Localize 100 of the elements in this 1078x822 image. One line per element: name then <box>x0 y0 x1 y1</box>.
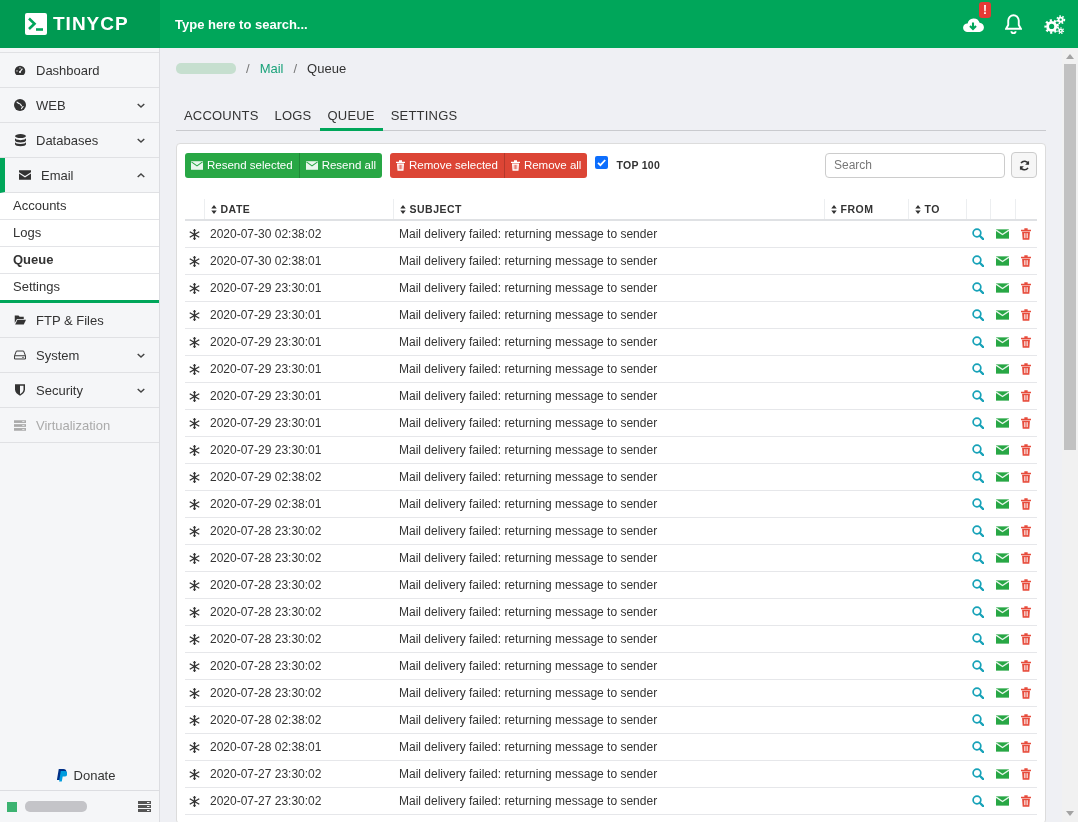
remove-selected-button[interactable]: Remove selected <box>390 152 504 178</box>
scroll-down-arrow-icon[interactable] <box>1066 811 1074 816</box>
envelope-icon[interactable] <box>996 229 1009 239</box>
trash-icon[interactable] <box>1021 282 1031 294</box>
search-icon[interactable] <box>972 390 984 402</box>
envelope-icon[interactable] <box>996 796 1009 806</box>
envelope-icon[interactable] <box>996 472 1009 482</box>
submenu-item[interactable]: Settings <box>0 274 159 300</box>
trash-icon[interactable] <box>1021 660 1031 672</box>
search-icon[interactable] <box>972 606 984 618</box>
donate-link[interactable]: Donate <box>43 767 116 783</box>
trash-icon[interactable] <box>1021 525 1031 537</box>
sidebar-item[interactable]: Security <box>0 373 159 408</box>
checkbox-label[interactable]: TOP 100 <box>616 159 661 171</box>
search-icon[interactable] <box>972 255 984 267</box>
trash-icon[interactable] <box>1021 498 1031 510</box>
envelope-icon[interactable] <box>996 310 1009 320</box>
envelope-icon[interactable] <box>996 526 1009 536</box>
envelope-icon[interactable] <box>996 607 1009 617</box>
sidebar-item[interactable]: Databases <box>0 123 159 158</box>
search-icon[interactable] <box>972 795 984 807</box>
envelope-icon[interactable] <box>996 634 1009 644</box>
search-icon[interactable] <box>972 525 984 537</box>
search-icon[interactable] <box>972 228 984 240</box>
remove-all-button[interactable]: Remove all <box>503 152 588 178</box>
bell-icon[interactable] <box>1005 14 1022 34</box>
trash-icon[interactable] <box>1021 255 1031 267</box>
trash-icon[interactable] <box>1021 336 1031 348</box>
search-icon[interactable] <box>972 498 984 510</box>
trash-icon[interactable] <box>1021 768 1031 780</box>
envelope-icon[interactable] <box>996 418 1009 428</box>
sidebar-item[interactable]: Dashboard <box>0 53 159 88</box>
trash-icon[interactable] <box>1021 552 1031 564</box>
server-list-icon[interactable] <box>138 801 151 812</box>
envelope-icon[interactable] <box>996 499 1009 509</box>
envelope-icon[interactable] <box>996 445 1009 455</box>
envelope-icon[interactable] <box>996 661 1009 671</box>
trash-icon[interactable] <box>1021 390 1031 402</box>
envelope-icon[interactable] <box>996 580 1009 590</box>
search-icon[interactable] <box>972 309 984 321</box>
column-header[interactable]: SUBJECT <box>393 199 824 220</box>
envelope-icon[interactable] <box>996 256 1009 266</box>
tab[interactable]: LOGS <box>266 103 320 131</box>
scrollbar-thumb[interactable] <box>1064 64 1076 450</box>
envelope-icon[interactable] <box>996 715 1009 725</box>
cloud-download-icon[interactable] <box>962 16 984 32</box>
column-header[interactable]: FROM <box>824 199 908 220</box>
trash-icon[interactable] <box>1021 795 1031 807</box>
search-field[interactable]: Search <box>825 152 1005 178</box>
trash-icon[interactable] <box>1021 471 1031 483</box>
scroll-up-arrow-icon[interactable] <box>1066 54 1074 59</box>
trash-icon[interactable] <box>1021 228 1031 240</box>
column-header[interactable]: DATE <box>204 199 393 220</box>
refresh-button[interactable] <box>1011 152 1037 178</box>
search-icon[interactable] <box>972 471 984 483</box>
envelope-icon[interactable] <box>996 742 1009 752</box>
tab[interactable]: ACCOUNTS <box>176 103 267 131</box>
sidebar-item[interactable]: WEB <box>0 88 159 123</box>
envelope-icon[interactable] <box>996 283 1009 293</box>
checkbox[interactable] <box>595 155 609 169</box>
envelope-icon[interactable] <box>996 364 1009 374</box>
envelope-icon[interactable] <box>996 769 1009 779</box>
search-icon[interactable] <box>972 336 984 348</box>
submenu-item[interactable]: Queue <box>0 247 159 274</box>
search-field[interactable]: Type here to search... <box>175 14 495 34</box>
envelope-icon[interactable] <box>996 337 1009 347</box>
trash-icon[interactable] <box>1021 363 1031 375</box>
envelope-icon[interactable] <box>996 688 1009 698</box>
search-icon[interactable] <box>972 552 984 564</box>
column-header[interactable]: TO <box>908 199 966 220</box>
search-icon[interactable] <box>972 714 984 726</box>
search-icon[interactable] <box>972 660 984 672</box>
search-icon[interactable] <box>972 741 984 753</box>
sidebar-item[interactable]: FTP & Files <box>0 303 159 338</box>
search-icon[interactable] <box>972 579 984 591</box>
search-icon[interactable] <box>972 768 984 780</box>
search-icon[interactable] <box>972 363 984 375</box>
submenu-item[interactable]: Accounts <box>0 193 159 220</box>
search-icon[interactable] <box>972 282 984 294</box>
sidebar-item[interactable]: System <box>0 338 159 373</box>
search-icon[interactable] <box>972 417 984 429</box>
submenu-item[interactable]: Logs <box>0 220 159 247</box>
trash-icon[interactable] <box>1021 633 1031 645</box>
tab[interactable]: QUEUE <box>319 103 383 131</box>
envelope-icon[interactable] <box>996 391 1009 401</box>
search-icon[interactable] <box>972 633 984 645</box>
trash-icon[interactable] <box>1021 417 1031 429</box>
trash-icon[interactable] <box>1021 444 1031 456</box>
trash-icon[interactable] <box>1021 687 1031 699</box>
tab[interactable]: SETTINGS <box>382 103 466 131</box>
trash-icon[interactable] <box>1021 714 1031 726</box>
trash-icon[interactable] <box>1021 579 1031 591</box>
trash-icon[interactable] <box>1021 309 1031 321</box>
trash-icon[interactable] <box>1021 606 1031 618</box>
alert-badge: ! <box>979 2 991 18</box>
trash-icon[interactable] <box>1021 741 1031 753</box>
search-icon[interactable] <box>972 444 984 456</box>
envelope-icon[interactable] <box>996 553 1009 563</box>
search-icon[interactable] <box>972 687 984 699</box>
settings-icon[interactable] <box>1043 13 1066 35</box>
